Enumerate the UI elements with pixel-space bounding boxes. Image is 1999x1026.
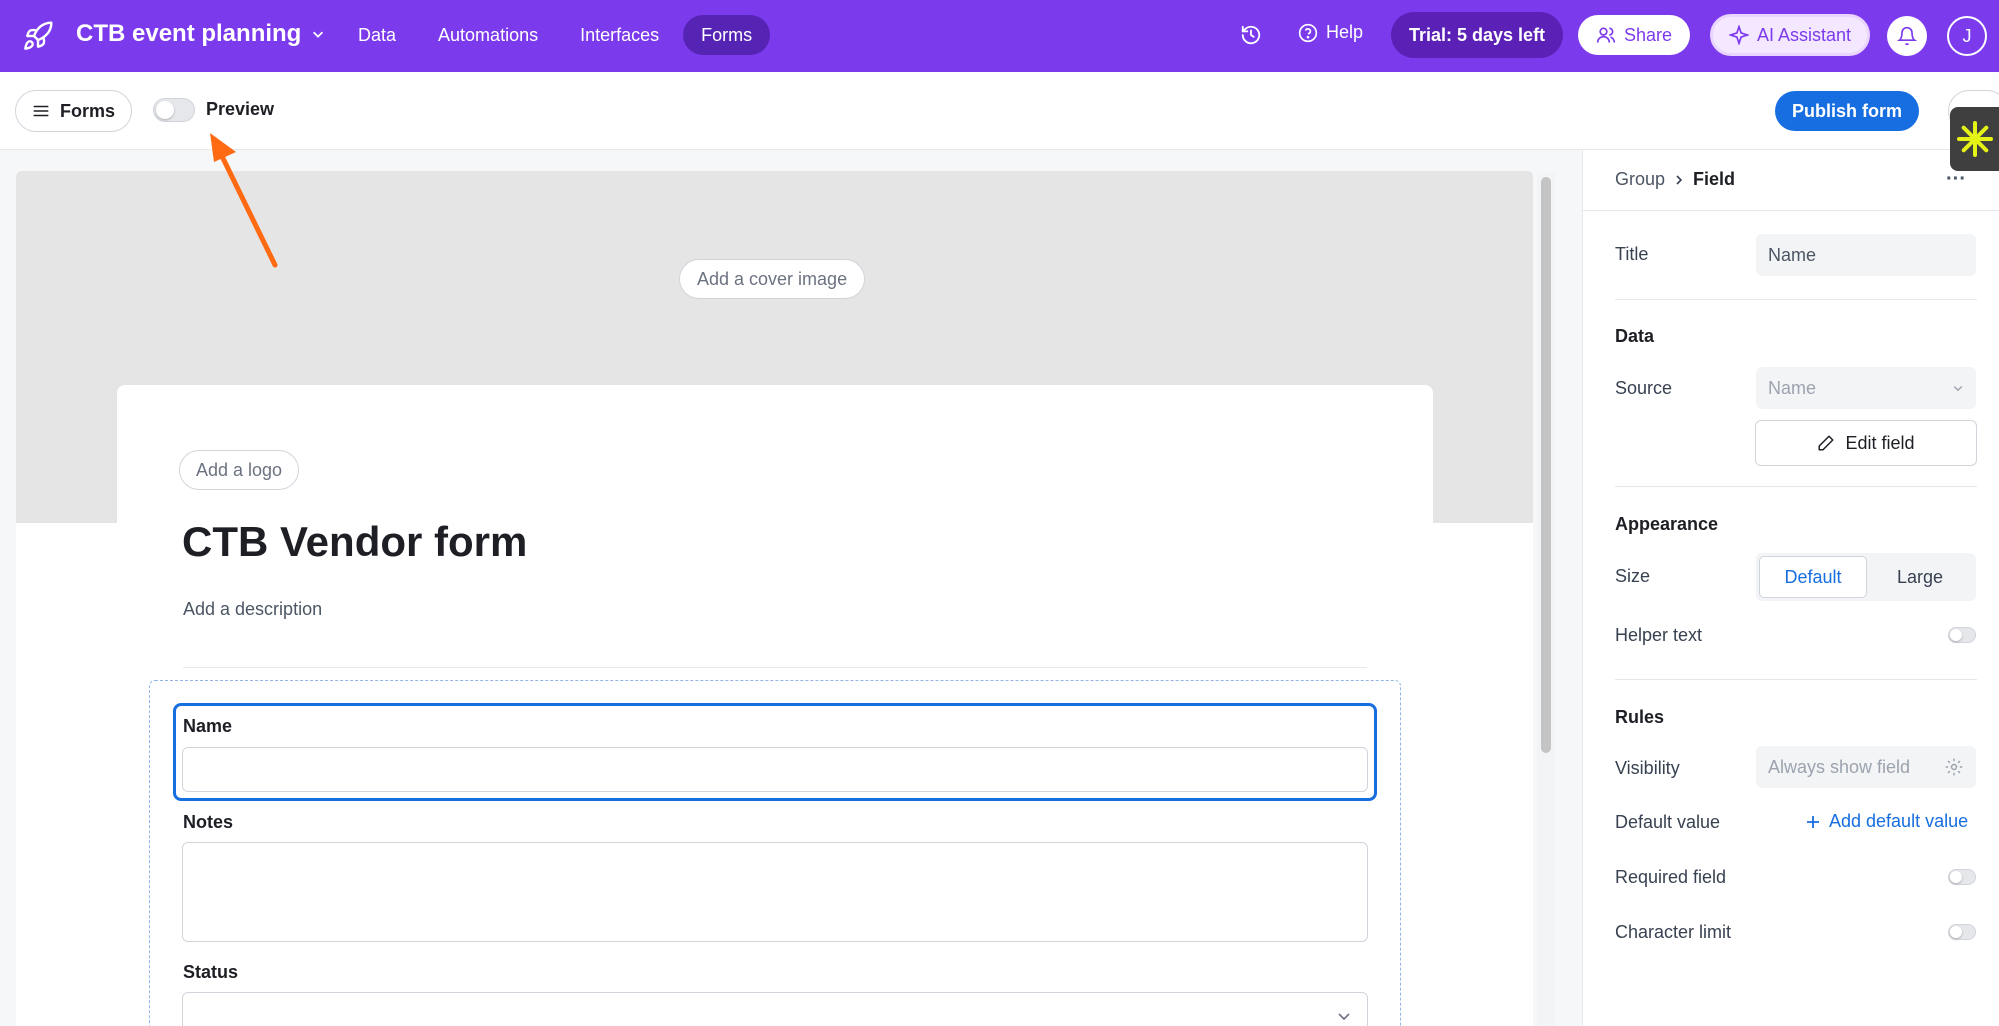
avatar[interactable]: J	[1947, 16, 1987, 56]
nav-interfaces[interactable]: Interfaces	[562, 15, 677, 55]
forms-list-button[interactable]: Forms	[15, 90, 133, 132]
asterisk-widget[interactable]	[1950, 107, 1999, 171]
edit-field-button[interactable]: Edit field	[1755, 420, 1977, 466]
menu-icon	[33, 105, 49, 117]
ai-assistant-button[interactable]: AI Assistant	[1710, 14, 1871, 56]
breadcrumb-current: Field	[1693, 169, 1736, 189]
annotation-arrow-icon	[210, 133, 278, 268]
breadcrumb: Group Field	[1615, 169, 1735, 190]
chevron-down-icon	[1338, 1013, 1350, 1021]
trial-badge[interactable]: Trial: 5 days left	[1391, 12, 1564, 58]
publish-form-button[interactable]: Publish form	[1775, 91, 1920, 131]
form-title[interactable]: CTB Vendor form	[182, 518, 527, 566]
share-button[interactable]: Share	[1578, 15, 1691, 55]
help-button[interactable]: Help	[1298, 22, 1363, 43]
add-default-value-button[interactable]: Add default value	[1805, 811, 1968, 832]
share-label: Share	[1624, 24, 1673, 45]
source-value: Name	[1768, 377, 1817, 398]
history-icon[interactable]	[1240, 24, 1262, 46]
size-option-large[interactable]: Large	[1867, 556, 1973, 598]
section-divider	[1615, 299, 1977, 300]
appearance-heading: Appearance	[1615, 514, 1719, 534]
title-value: Name	[1768, 244, 1817, 265]
ai-assistant-label: AI Assistant	[1757, 24, 1852, 45]
nav-automations[interactable]: Automations	[420, 15, 556, 55]
asterisk-icon	[1956, 121, 1993, 157]
plus-icon	[1807, 815, 1819, 828]
character-limit-toggle[interactable]	[1948, 924, 1976, 940]
field-label-name: Name	[183, 716, 233, 736]
notifications-button[interactable]	[1887, 16, 1927, 56]
gear-icon[interactable]	[1944, 757, 1964, 777]
chevron-down-icon	[313, 31, 324, 38]
notes-textarea[interactable]	[182, 842, 1368, 942]
status-select[interactable]	[182, 992, 1368, 1026]
chevron-right-icon	[1676, 174, 1683, 185]
helper-text-label: Helper text	[1615, 625, 1703, 645]
name-input[interactable]	[182, 747, 1368, 792]
character-limit-label: Character limit	[1615, 922, 1732, 942]
source-label: Source	[1615, 378, 1673, 398]
rocket-icon[interactable]	[22, 20, 54, 52]
size-option-default[interactable]: Default	[1759, 556, 1867, 598]
top-bar: CTB event planning Data Automations Inte…	[0, 0, 1999, 72]
canvas-scrollbar[interactable]	[1537, 173, 1555, 1026]
required-field-label: Required field	[1615, 867, 1727, 887]
chevron-down-icon	[1953, 386, 1963, 392]
forms-list-label: Forms	[60, 100, 116, 121]
required-field-toggle[interactable]	[1948, 869, 1976, 885]
section-divider	[1615, 486, 1977, 487]
pencil-icon	[1818, 435, 1834, 451]
form-description[interactable]: Add a description	[183, 599, 322, 620]
source-select[interactable]: Name	[1756, 367, 1976, 409]
form-toolbar: Forms Preview Publish form	[0, 72, 1999, 150]
default-value-label: Default value	[1615, 812, 1721, 832]
section-divider	[1615, 679, 1977, 680]
help-label: Help	[1326, 22, 1364, 42]
breadcrumb-parent[interactable]: Group	[1615, 169, 1665, 190]
preview-toggle[interactable]	[153, 98, 195, 122]
visibility-select[interactable]: Always show field	[1756, 746, 1976, 788]
size-label: Size	[1615, 566, 1651, 586]
base-name: CTB event planning	[76, 20, 302, 47]
form-divider	[183, 667, 1367, 668]
title-input[interactable]: Name	[1756, 234, 1976, 276]
add-cover-image-button[interactable]: Add a cover image	[679, 259, 866, 299]
title-label: Title	[1615, 244, 1649, 264]
nav-data[interactable]: Data	[340, 15, 414, 55]
helper-text-toggle[interactable]	[1948, 627, 1976, 643]
field-label-notes: Notes	[183, 812, 234, 832]
field-label-status: Status	[183, 962, 239, 982]
size-segmented-control: Default Large	[1756, 553, 1976, 601]
visibility-label: Visibility	[1615, 758, 1680, 778]
add-default-value-label: Add default value	[1829, 811, 1969, 831]
rules-heading: Rules	[1615, 707, 1665, 727]
data-heading: Data	[1615, 326, 1655, 346]
scrollbar-thumb[interactable]	[1541, 177, 1551, 753]
more-options-icon[interactable]: ···	[1946, 168, 1966, 191]
preview-label: Preview	[206, 99, 275, 119]
edit-field-label: Edit field	[1845, 432, 1915, 453]
bell-icon	[1897, 26, 1917, 46]
base-name-dropdown[interactable]: CTB event planning	[76, 20, 325, 48]
nav-forms[interactable]: Forms	[683, 15, 771, 55]
panel-divider	[1582, 210, 1999, 211]
sparkle-icon	[1729, 25, 1749, 45]
users-icon	[1596, 27, 1616, 43]
top-nav: Data Automations Interfaces Forms	[340, 15, 771, 55]
help-icon	[1298, 23, 1318, 42]
add-logo-button[interactable]: Add a logo	[179, 450, 300, 490]
visibility-value: Always show field	[1768, 756, 1911, 777]
